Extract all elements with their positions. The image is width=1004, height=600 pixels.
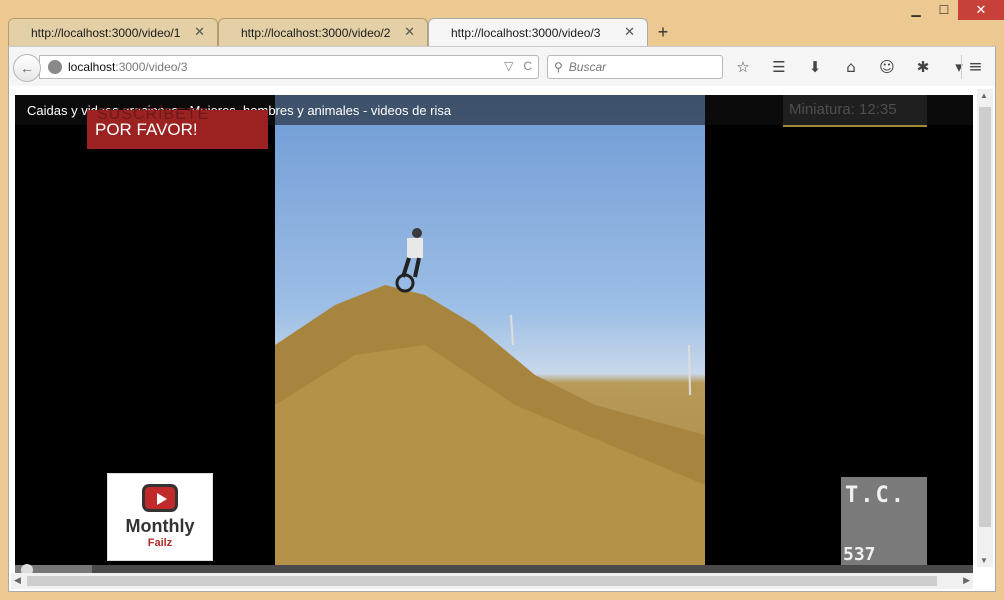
hill-scene <box>275 285 705 575</box>
nav-toolbar: localhost:3000/video/3 ▽ C ← ⚲ Buscar ☆ … <box>8 46 996 86</box>
brand-line2: Failz <box>147 537 173 549</box>
tc-number: 537 <box>843 544 876 565</box>
scroll-left-icon[interactable]: ◀ <box>14 575 21 586</box>
tab-close-icon[interactable]: ✕ <box>624 25 635 40</box>
video-frame <box>275 95 705 575</box>
search-box[interactable]: ⚲ Buscar <box>547 55 723 79</box>
history-dropdown-icon[interactable]: ▽ <box>504 59 513 73</box>
tab-label: http://localhost:3000/video/1 <box>31 25 181 40</box>
browser-window: ▁ ☐ ✕ http://localhost:3000/video/1 ✕ ht… <box>0 0 1004 600</box>
tab-strip: http://localhost:3000/video/1 ✕ http://l… <box>8 18 678 46</box>
globe-icon <box>48 60 62 74</box>
tab-video-2[interactable]: http://localhost:3000/video/2 ✕ <box>218 18 428 46</box>
monthly-failz-logo: Monthly Failz <box>107 473 213 561</box>
reading-list-icon[interactable]: ☰ <box>767 57 791 77</box>
play-icon <box>142 484 178 512</box>
thumbnail-label: Miniatura: 12:35 <box>783 95 927 127</box>
search-icon: ⚲ <box>554 60 563 74</box>
star-icon[interactable]: ☆ <box>731 57 755 77</box>
page-content: Caidas y videos graciosos - Mujeres, hom… <box>8 86 996 592</box>
url-path: :3000/video/3 <box>115 60 188 74</box>
tab-video-3[interactable]: http://localhost:3000/video/3 ✕ <box>428 18 648 46</box>
close-window-button[interactable]: ✕ <box>958 0 1004 20</box>
address-bar[interactable]: localhost:3000/video/3 ▽ C <box>39 55 539 79</box>
subscribe-ghost-text: SUSCRÍBETE <box>97 106 210 123</box>
cyclist <box>395 228 423 293</box>
subscribe-banner[interactable]: SUSCRÍBETE POR FAVOR! <box>87 106 268 149</box>
scroll-up-icon[interactable]: ▲ <box>980 91 988 100</box>
home-icon[interactable]: ⌂ <box>839 57 863 77</box>
tab-video-1[interactable]: http://localhost:3000/video/1 ✕ <box>8 18 218 46</box>
tab-close-icon[interactable]: ✕ <box>194 25 205 40</box>
menu-icon[interactable]: ≡ <box>961 55 989 79</box>
tab-label: http://localhost:3000/video/2 <box>241 25 391 40</box>
tc-watermark: T.C. 537 <box>841 477 927 565</box>
scroll-down-icon[interactable]: ▼ <box>980 556 988 565</box>
url-host: localhost <box>68 60 116 74</box>
tab-close-icon[interactable]: ✕ <box>404 25 415 40</box>
extension-icon[interactable]: ✱ <box>911 57 935 77</box>
vertical-scrollbar[interactable]: ▲ ▼ <box>977 89 993 567</box>
reload-icon[interactable]: C <box>523 59 532 73</box>
video-player[interactable]: Caidas y videos graciosos - Mujeres, hom… <box>15 95 973 575</box>
tab-label: http://localhost:3000/video/3 <box>451 25 601 40</box>
scroll-right-icon[interactable]: ▶ <box>963 575 970 586</box>
chat-icon[interactable]: ☺ <box>875 57 899 77</box>
tc-logo-text: T.C. <box>845 483 906 508</box>
minimize-button[interactable]: ▁ <box>902 0 930 20</box>
vertical-scroll-thumb[interactable] <box>979 107 991 527</box>
toolbar-icons: ☆ ☰ ⬇ ⌂ ☺ ✱ ▾ <box>731 57 971 77</box>
search-placeholder: Buscar <box>568 60 607 74</box>
horizontal-scroll-thumb[interactable] <box>27 576 937 586</box>
brand-line1: Monthly <box>125 516 195 536</box>
maximize-button[interactable]: ☐ <box>930 0 958 20</box>
new-tab-button[interactable]: + <box>648 18 678 46</box>
back-button[interactable]: ← <box>13 54 41 82</box>
horizontal-scrollbar[interactable]: ◀ ▶ <box>11 573 973 589</box>
download-icon[interactable]: ⬇ <box>803 57 827 77</box>
window-controls: ▁ ☐ ✕ <box>902 0 1004 22</box>
